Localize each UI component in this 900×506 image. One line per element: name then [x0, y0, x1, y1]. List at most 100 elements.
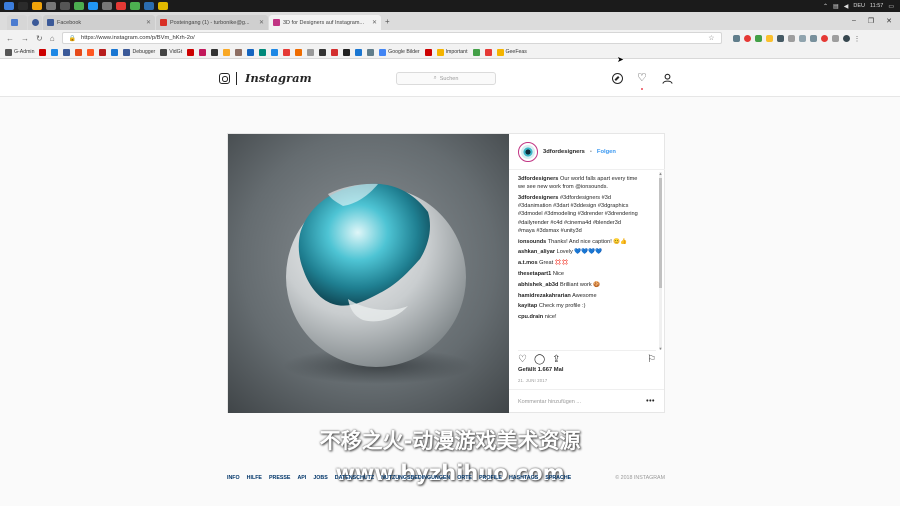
footer-link[interactable]: ORTE — [457, 475, 472, 481]
bookmark-item[interactable] — [367, 48, 375, 56]
bookmark-item[interactable] — [63, 48, 71, 56]
comments-scrollbar[interactable]: ▲ ▼ — [659, 171, 663, 351]
footer-link[interactable]: DATENSCHUTZ — [335, 475, 374, 481]
share-icon[interactable]: ⇪ — [552, 354, 560, 365]
instagram-camera-icon[interactable] — [219, 73, 230, 84]
bookmark-item[interactable] — [199, 48, 207, 56]
bookmark-item[interactable] — [283, 48, 291, 56]
bookmark-item[interactable] — [319, 48, 327, 56]
extension-icon[interactable] — [831, 34, 839, 42]
back-icon[interactable]: ← — [6, 34, 14, 43]
taskbar-app-icon[interactable] — [144, 2, 154, 10]
footer-link[interactable]: PROFILE — [479, 475, 502, 481]
url-text[interactable]: https://www.instagram.com/p/BVm_hKrh-2o/ — [81, 35, 195, 41]
extension-icon[interactable] — [809, 34, 817, 42]
bookmark-item[interactable] — [271, 48, 279, 56]
footer-link[interactable]: API — [297, 475, 306, 481]
bookmark-item[interactable] — [99, 48, 107, 56]
close-icon[interactable]: ✕ — [886, 17, 892, 25]
scrollbar-thumb[interactable] — [659, 178, 662, 288]
extension-icon[interactable] — [787, 34, 795, 42]
bookmark-item[interactable]: GeeFeas — [496, 48, 527, 56]
taskbar-app-icon[interactable] — [46, 2, 56, 10]
bookmark-item[interactable] — [187, 48, 195, 56]
speaker-icon[interactable]: ◀ — [844, 3, 849, 10]
bookmark-item[interactable]: Debugger — [123, 48, 155, 56]
post-date[interactable]: 21. JUNI 2017 — [518, 378, 547, 383]
bookmark-item[interactable] — [472, 48, 480, 56]
extension-icon[interactable] — [765, 34, 773, 42]
extension-icon[interactable] — [754, 34, 762, 42]
taskbar-app-icon[interactable] — [158, 2, 168, 10]
browser-tab[interactable]: Facebook ✕ — [43, 15, 155, 30]
tab-close-icon[interactable]: ✕ — [259, 19, 264, 26]
comment-username[interactable]: hamidrezakahrarian — [518, 293, 571, 299]
new-tab-button[interactable]: + — [385, 17, 390, 26]
footer-link[interactable]: JOBS — [313, 475, 327, 481]
comment-username[interactable]: thesetapart1 — [518, 271, 551, 277]
bookmark-star-icon[interactable]: ☆ — [708, 34, 714, 42]
comment-username[interactable]: 3dfordesigners — [518, 176, 558, 182]
extension-icon[interactable] — [732, 34, 740, 42]
scroll-up-icon[interactable]: ▲ — [659, 171, 663, 176]
search-input[interactable]: ⌕ Suchen — [396, 72, 496, 85]
comments-list[interactable]: 3dfordesigners Our world falls apart eve… — [518, 175, 648, 345]
save-bookmark-icon[interactable]: ⚐ — [647, 354, 656, 365]
bookmark-item[interactable]: G-Admin — [5, 48, 34, 56]
profile-icon[interactable] — [662, 73, 673, 84]
like-heart-icon[interactable]: ♡ — [518, 354, 527, 365]
youtube-extension-icon[interactable] — [820, 34, 828, 42]
scroll-down-icon[interactable]: ▼ — [659, 346, 663, 351]
adblock-icon[interactable] — [743, 34, 751, 42]
restore-icon[interactable]: ❐ — [868, 17, 874, 25]
comment-username[interactable]: ashkan_aliyar — [518, 249, 555, 255]
post-username[interactable]: 3dfordesigners — [543, 149, 585, 155]
bookmark-item[interactable] — [343, 48, 351, 56]
comment-icon[interactable]: ◯ — [534, 354, 545, 365]
bookmark-item[interactable]: Important — [436, 48, 468, 56]
home-icon[interactable]: ⌂ — [50, 34, 55, 43]
footer-link[interactable]: NUTZUNGSBEDINGUNGEN — [381, 475, 450, 481]
tab-close-icon[interactable]: ✕ — [146, 19, 151, 26]
post-image[interactable] — [228, 134, 509, 413]
address-bar[interactable]: 🔒 https://www.instagram.com/p/BVm_hKrh-2… — [61, 32, 722, 44]
bookmark-item[interactable] — [331, 48, 339, 56]
clock[interactable]: 11:57 — [870, 3, 883, 9]
bookmark-item[interactable] — [111, 48, 119, 56]
language-indicator[interactable]: DEU — [853, 3, 865, 9]
more-options-button[interactable]: ••• — [646, 398, 655, 405]
comment-username[interactable]: cpu.drain — [518, 314, 543, 320]
instagram-wordmark[interactable]: Instagram — [245, 71, 312, 85]
taskbar-app-icon[interactable] — [18, 2, 28, 10]
taskbar-app-icon[interactable] — [32, 2, 42, 10]
comment-username[interactable]: 3dfordesigners — [518, 195, 558, 201]
taskbar-app-icon[interactable] — [88, 2, 98, 10]
add-comment-input[interactable]: Kommentar hinzufügen ... ••• — [509, 389, 664, 413]
bookmark-item[interactable] — [259, 48, 267, 56]
comment-username[interactable]: kayitap — [518, 303, 537, 309]
lock-icon[interactable]: 🔒 — [69, 35, 76, 42]
bookmark-item[interactable] — [39, 48, 47, 56]
bookmark-item[interactable] — [87, 48, 95, 56]
taskbar-app-icon[interactable] — [102, 2, 112, 10]
footer-link[interactable]: HASHTAGS — [509, 475, 538, 481]
forward-icon[interactable]: → — [21, 34, 29, 43]
bookmark-item[interactable] — [75, 48, 83, 56]
bookmark-item[interactable] — [247, 48, 255, 56]
bookmark-item[interactable] — [307, 48, 315, 56]
tab-close-icon[interactable]: ✕ — [372, 19, 377, 26]
browser-tab[interactable]: 3D for Designers auf Instagram... ✕ — [269, 15, 381, 30]
taskbar-app-icon[interactable] — [116, 2, 126, 10]
bookmark-item[interactable]: Google Bilder — [379, 48, 420, 56]
bookmark-item[interactable] — [295, 48, 303, 56]
bookmark-item[interactable] — [51, 48, 59, 56]
tab-pinned-1[interactable] — [7, 15, 27, 30]
comment-username[interactable]: a.t.mos — [518, 260, 538, 266]
likes-count[interactable]: Gefällt 1.667 Mal — [518, 367, 563, 373]
taskbar-app-icon[interactable] — [60, 2, 70, 10]
bookmark-item[interactable] — [223, 48, 231, 56]
follow-button[interactable]: Folgen — [597, 149, 616, 155]
bookmark-item[interactable]: VidGt — [160, 48, 182, 56]
bookmark-item[interactable] — [424, 48, 432, 56]
chevron-up-icon[interactable]: ⌃ — [823, 3, 828, 10]
